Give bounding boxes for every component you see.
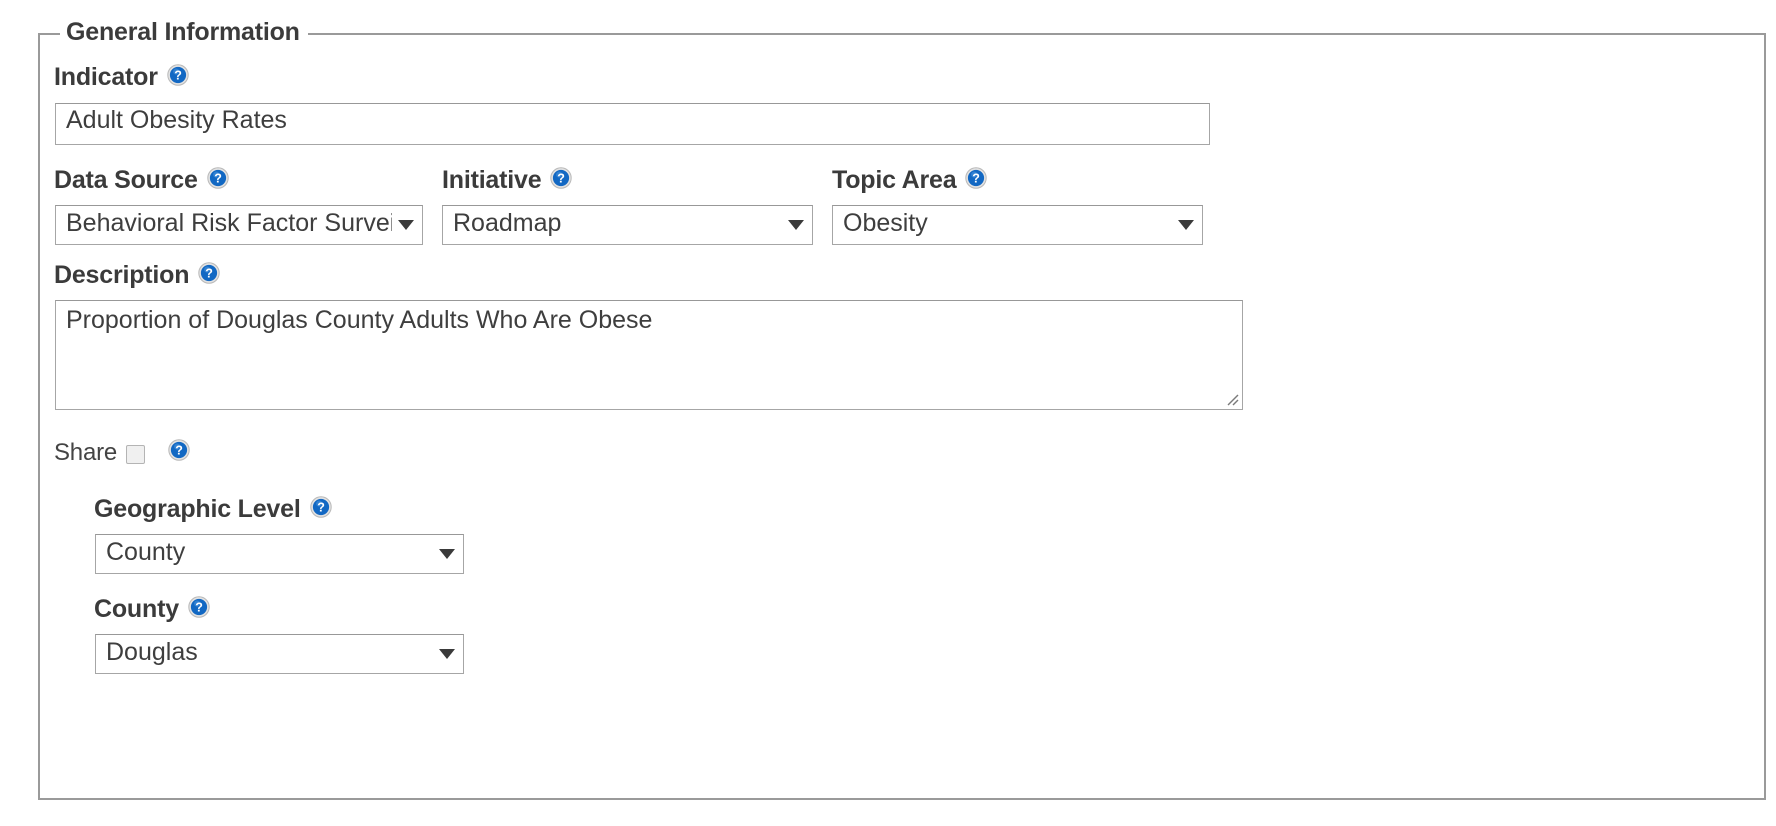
indicator-label-row: Indicator ?	[54, 63, 189, 91]
initiative-label-row: Initiative ?	[442, 166, 573, 194]
resize-handle-icon[interactable]	[1224, 391, 1240, 407]
fieldset-legend: General Information	[60, 18, 308, 47]
help-circle-icon[interactable]: ?	[198, 261, 221, 284]
help-circle-icon[interactable]: ?	[206, 166, 229, 189]
indicator-input[interactable]: Adult Obesity Rates	[55, 103, 1210, 145]
initiative-select[interactable]: Roadmap	[442, 205, 813, 245]
data-source-label-text: Data Source	[54, 166, 198, 194]
description-label: Description ?	[54, 261, 221, 289]
indicator-label-text: Indicator	[54, 63, 158, 91]
chevron-down-icon	[439, 549, 455, 559]
topic-area-select-value: Obesity	[843, 210, 928, 238]
initiative-label: Initiative ?	[442, 166, 573, 194]
svg-text:?: ?	[214, 171, 221, 185]
data-source-select[interactable]: Behavioral Risk Factor Surveil	[55, 205, 423, 245]
svg-text:?: ?	[558, 171, 565, 185]
initiative-label-text: Initiative	[442, 166, 542, 194]
description-label-row: Description ?	[54, 261, 221, 289]
topic-area-label: Topic Area ?	[832, 166, 988, 194]
indicator-input-value: Adult Obesity Rates	[66, 106, 287, 134]
general-information-fieldset: General Information Indicator ? Adult Ob…	[38, 18, 1766, 800]
topic-area-label-row: Topic Area ?	[832, 166, 988, 194]
chevron-down-icon	[1178, 220, 1194, 230]
description-label-text: Description	[54, 261, 190, 289]
help-circle-icon[interactable]: ?	[168, 439, 190, 461]
initiative-select-value: Roadmap	[453, 210, 562, 238]
geographic-level-label-row: Geographic Level ?	[94, 495, 332, 523]
county-label-text: County	[94, 595, 179, 623]
geographic-level-label: Geographic Level ?	[94, 495, 332, 523]
help-circle-icon[interactable]: ?	[167, 63, 189, 86]
geographic-level-label-text: Geographic Level	[94, 495, 301, 523]
svg-text:?: ?	[317, 500, 324, 514]
share-label: Share ?	[54, 439, 190, 466]
county-label-row: County ?	[94, 595, 210, 623]
chevron-down-icon	[788, 220, 804, 230]
county-select[interactable]: Douglas	[95, 634, 464, 674]
chevron-down-icon	[439, 649, 455, 659]
svg-text:?: ?	[174, 68, 181, 82]
chevron-down-icon	[398, 220, 414, 230]
data-source-label-row: Data Source ?	[54, 166, 229, 194]
svg-text:?: ?	[175, 444, 182, 458]
data-source-label: Data Source ?	[54, 166, 229, 194]
share-row: Share ?	[54, 439, 190, 466]
county-select-value: Douglas	[106, 639, 198, 667]
data-source-select-value: Behavioral Risk Factor Surveil	[66, 210, 392, 238]
topic-area-label-text: Topic Area	[832, 166, 957, 194]
indicator-label: Indicator ?	[54, 63, 189, 91]
topic-area-select[interactable]: Obesity	[832, 205, 1203, 245]
help-circle-icon[interactable]: ?	[550, 166, 573, 189]
svg-text:?: ?	[973, 171, 980, 185]
geographic-level-select-value: County	[106, 539, 186, 567]
geographic-level-select[interactable]: County	[95, 534, 464, 574]
help-circle-icon[interactable]: ?	[188, 595, 210, 618]
share-label-text: Share	[54, 439, 118, 466]
county-label: County ?	[94, 595, 210, 623]
description-textarea[interactable]: Proportion of Douglas County Adults Who …	[55, 300, 1243, 410]
svg-text:?: ?	[195, 600, 202, 614]
help-circle-icon[interactable]: ?	[965, 166, 988, 189]
help-circle-icon[interactable]: ?	[309, 495, 332, 518]
description-textarea-value: Proportion of Douglas County Adults Who …	[66, 306, 653, 334]
svg-text:?: ?	[206, 266, 213, 280]
share-checkbox[interactable]	[126, 444, 146, 464]
